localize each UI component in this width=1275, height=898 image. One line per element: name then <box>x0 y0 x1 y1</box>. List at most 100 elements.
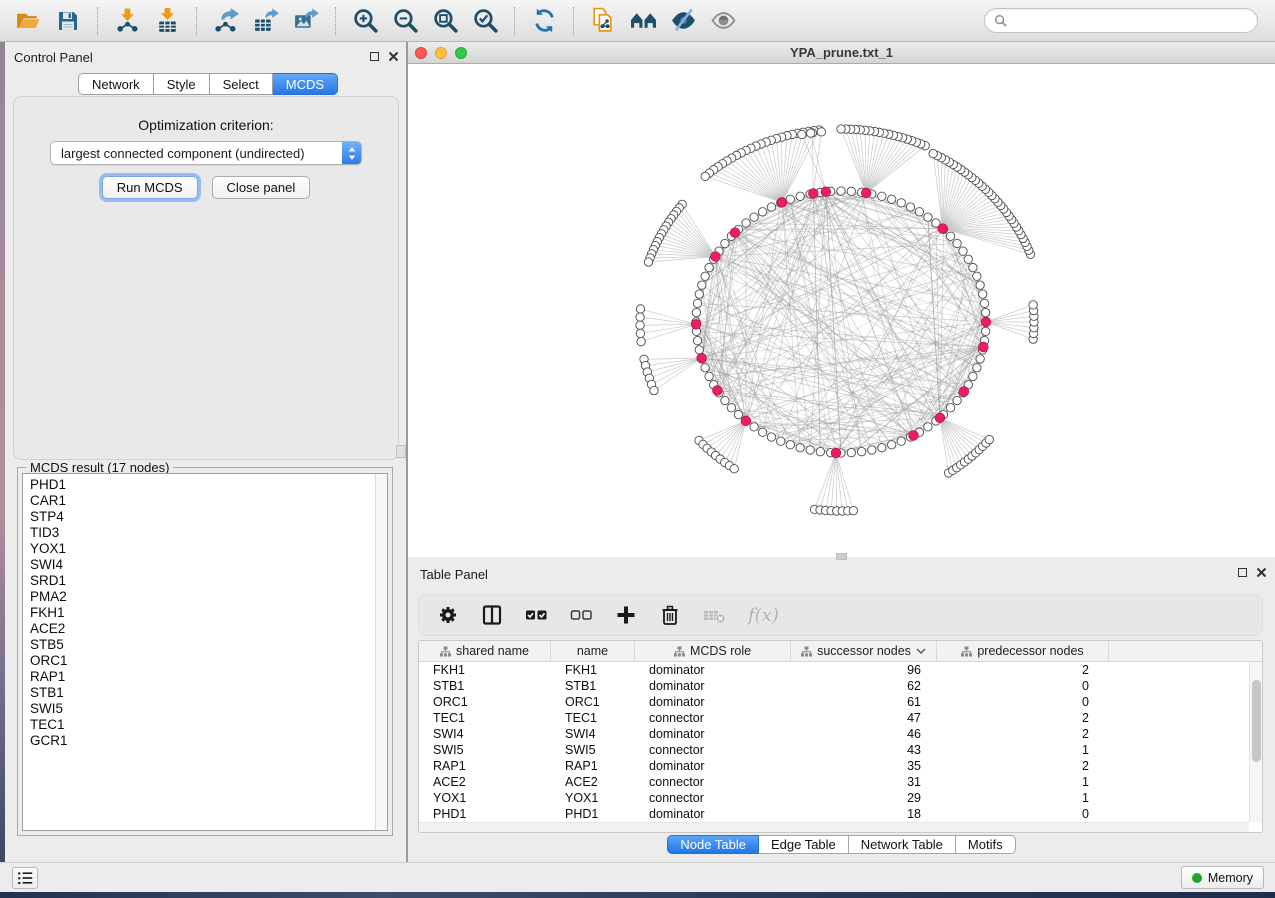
zoom-selected-button[interactable] <box>465 3 505 39</box>
cell-successor-nodes[interactable]: 61 <box>791 694 937 710</box>
mcds-result-item[interactable]: TEC1 <box>30 717 380 733</box>
cell-name[interactable]: STB1 <box>551 678 635 694</box>
hide-selected-button[interactable] <box>663 3 703 39</box>
cell-shared-name[interactable]: ACE2 <box>419 774 551 790</box>
table-row[interactable]: YOX1 YOX1 connector 29 1 <box>419 790 1262 806</box>
tab-node-table[interactable]: Node Table <box>667 835 759 854</box>
mcds-result-item[interactable]: RAP1 <box>30 669 380 685</box>
export-network-button[interactable] <box>206 3 246 39</box>
table-row[interactable]: PHD1 PHD1 dominator 18 0 <box>419 806 1262 822</box>
mcds-result-item[interactable]: YOX1 <box>30 541 380 557</box>
table-row[interactable]: STB1 STB1 dominator 62 0 <box>419 678 1262 694</box>
tab-network[interactable]: Network <box>78 73 154 95</box>
export-table-button[interactable] <box>246 3 286 39</box>
mcds-list-scrollbar[interactable] <box>375 474 387 830</box>
optimization-criterion-select[interactable]: largest connected component (undirected) <box>50 141 362 165</box>
mcds-result-item[interactable]: GCR1 <box>30 733 380 749</box>
mcds-result-list[interactable]: PHD1CAR1STP4TID3YOX1SWI4SRD1PMA2FKH1ACE2… <box>22 473 388 831</box>
cell-shared-name[interactable]: SWI4 <box>419 726 551 742</box>
show-all-button[interactable] <box>703 3 743 39</box>
zoom-fit-button[interactable] <box>425 3 465 39</box>
mcds-result-item[interactable]: SWI4 <box>30 557 380 573</box>
cell-predecessor-nodes[interactable]: 2 <box>937 710 1109 726</box>
search-input[interactable] <box>1012 13 1248 28</box>
float-panel-icon[interactable] <box>370 52 379 61</box>
cell-predecessor-nodes[interactable]: 2 <box>937 662 1109 678</box>
deselect-all-columns-icon[interactable] <box>570 604 593 626</box>
table-row[interactable]: TEC1 TEC1 connector 47 2 <box>419 710 1262 726</box>
tab-style[interactable]: Style <box>154 73 210 95</box>
cell-mcds-role[interactable]: connector <box>635 774 791 790</box>
cell-successor-nodes[interactable]: 46 <box>791 726 937 742</box>
cell-name[interactable]: FKH1 <box>551 662 635 678</box>
network-canvas[interactable] <box>408 64 1275 557</box>
cell-name[interactable]: ACE2 <box>551 774 635 790</box>
cell-name[interactable]: TEC1 <box>551 710 635 726</box>
table-row[interactable]: RAP1 RAP1 dominator 35 2 <box>419 758 1262 774</box>
cell-shared-name[interactable]: TEC1 <box>419 710 551 726</box>
cell-name[interactable]: SWI5 <box>551 742 635 758</box>
cell-mcds-role[interactable]: dominator <box>635 694 791 710</box>
zoom-in-button[interactable] <box>345 3 385 39</box>
cell-predecessor-nodes[interactable]: 0 <box>937 806 1109 822</box>
cell-mcds-role[interactable]: dominator <box>635 726 791 742</box>
tab-edge-table[interactable]: Edge Table <box>759 835 849 854</box>
mcds-result-item[interactable]: SWI5 <box>30 701 380 717</box>
column-header-mcds-role[interactable]: MCDS role <box>635 641 791 661</box>
cell-predecessor-nodes[interactable]: 1 <box>937 742 1109 758</box>
show-columns-icon[interactable] <box>481 604 503 626</box>
cell-name[interactable]: SWI4 <box>551 726 635 742</box>
column-header-shared-name[interactable]: shared name <box>419 641 551 661</box>
tab-mcds[interactable]: MCDS <box>273 73 338 95</box>
close-table-panel-icon[interactable] <box>1256 567 1267 578</box>
cell-name[interactable]: ORC1 <box>551 694 635 710</box>
zoom-out-button[interactable] <box>385 3 425 39</box>
cell-mcds-role[interactable]: dominator <box>635 758 791 774</box>
close-panel-button[interactable]: Close panel <box>212 176 311 199</box>
run-mcds-button[interactable]: Run MCDS <box>102 176 198 199</box>
cell-mcds-role[interactable]: connector <box>635 742 791 758</box>
select-all-columns-icon[interactable] <box>525 604 548 626</box>
vertical-splitter-handle[interactable] <box>396 445 406 458</box>
mcds-result-item[interactable]: PMA2 <box>30 589 380 605</box>
export-image-button[interactable] <box>286 3 326 39</box>
cell-name[interactable]: PHD1 <box>551 806 635 822</box>
mcds-result-item[interactable]: TID3 <box>30 525 380 541</box>
table-scrollbar-thumb[interactable] <box>1252 680 1261 762</box>
column-header-name[interactable]: name <box>551 641 635 661</box>
network-window-titlebar[interactable]: YPA_prune.txt_1 <box>408 42 1275 64</box>
cell-shared-name[interactable]: RAP1 <box>419 758 551 774</box>
column-header-predecessor-nodes[interactable]: predecessor nodes <box>937 641 1109 661</box>
tab-select[interactable]: Select <box>210 73 273 95</box>
cell-shared-name[interactable]: SWI5 <box>419 742 551 758</box>
cell-successor-nodes[interactable]: 96 <box>791 662 937 678</box>
tab-network-table[interactable]: Network Table <box>849 835 956 854</box>
cell-successor-nodes[interactable]: 29 <box>791 790 937 806</box>
import-network-button[interactable] <box>107 3 147 39</box>
cell-shared-name[interactable]: YOX1 <box>419 790 551 806</box>
add-column-plus-icon[interactable] <box>615 604 637 626</box>
mcds-result-item[interactable]: FKH1 <box>30 605 380 621</box>
save-session-button[interactable] <box>48 3 88 39</box>
column-header-successor-nodes[interactable]: successor nodes <box>791 641 937 661</box>
cell-predecessor-nodes[interactable]: 1 <box>937 774 1109 790</box>
open-session-button[interactable] <box>8 3 48 39</box>
cell-successor-nodes[interactable]: 18 <box>791 806 937 822</box>
table-row[interactable]: ACE2 ACE2 connector 31 1 <box>419 774 1262 790</box>
table-row[interactable]: SWI5 SWI5 connector 43 1 <box>419 742 1262 758</box>
first-neighbors-button[interactable] <box>623 3 663 39</box>
cell-mcds-role[interactable]: dominator <box>635 806 791 822</box>
cell-shared-name[interactable]: STB1 <box>419 678 551 694</box>
network-graph[interactable] <box>408 64 1275 557</box>
cell-name[interactable]: YOX1 <box>551 790 635 806</box>
mcds-result-item[interactable]: STB1 <box>30 685 380 701</box>
table-vertical-scrollbar[interactable] <box>1249 662 1262 822</box>
cell-successor-nodes[interactable]: 47 <box>791 710 937 726</box>
tab-motifs[interactable]: Motifs <box>956 835 1016 854</box>
cell-mcds-role[interactable]: dominator <box>635 662 791 678</box>
cell-successor-nodes[interactable]: 43 <box>791 742 937 758</box>
mcds-result-item[interactable]: PHD1 <box>30 477 380 493</box>
cell-successor-nodes[interactable]: 31 <box>791 774 937 790</box>
table-row[interactable]: SWI4 SWI4 dominator 46 2 <box>419 726 1262 742</box>
float-table-panel-icon[interactable] <box>1238 568 1247 577</box>
